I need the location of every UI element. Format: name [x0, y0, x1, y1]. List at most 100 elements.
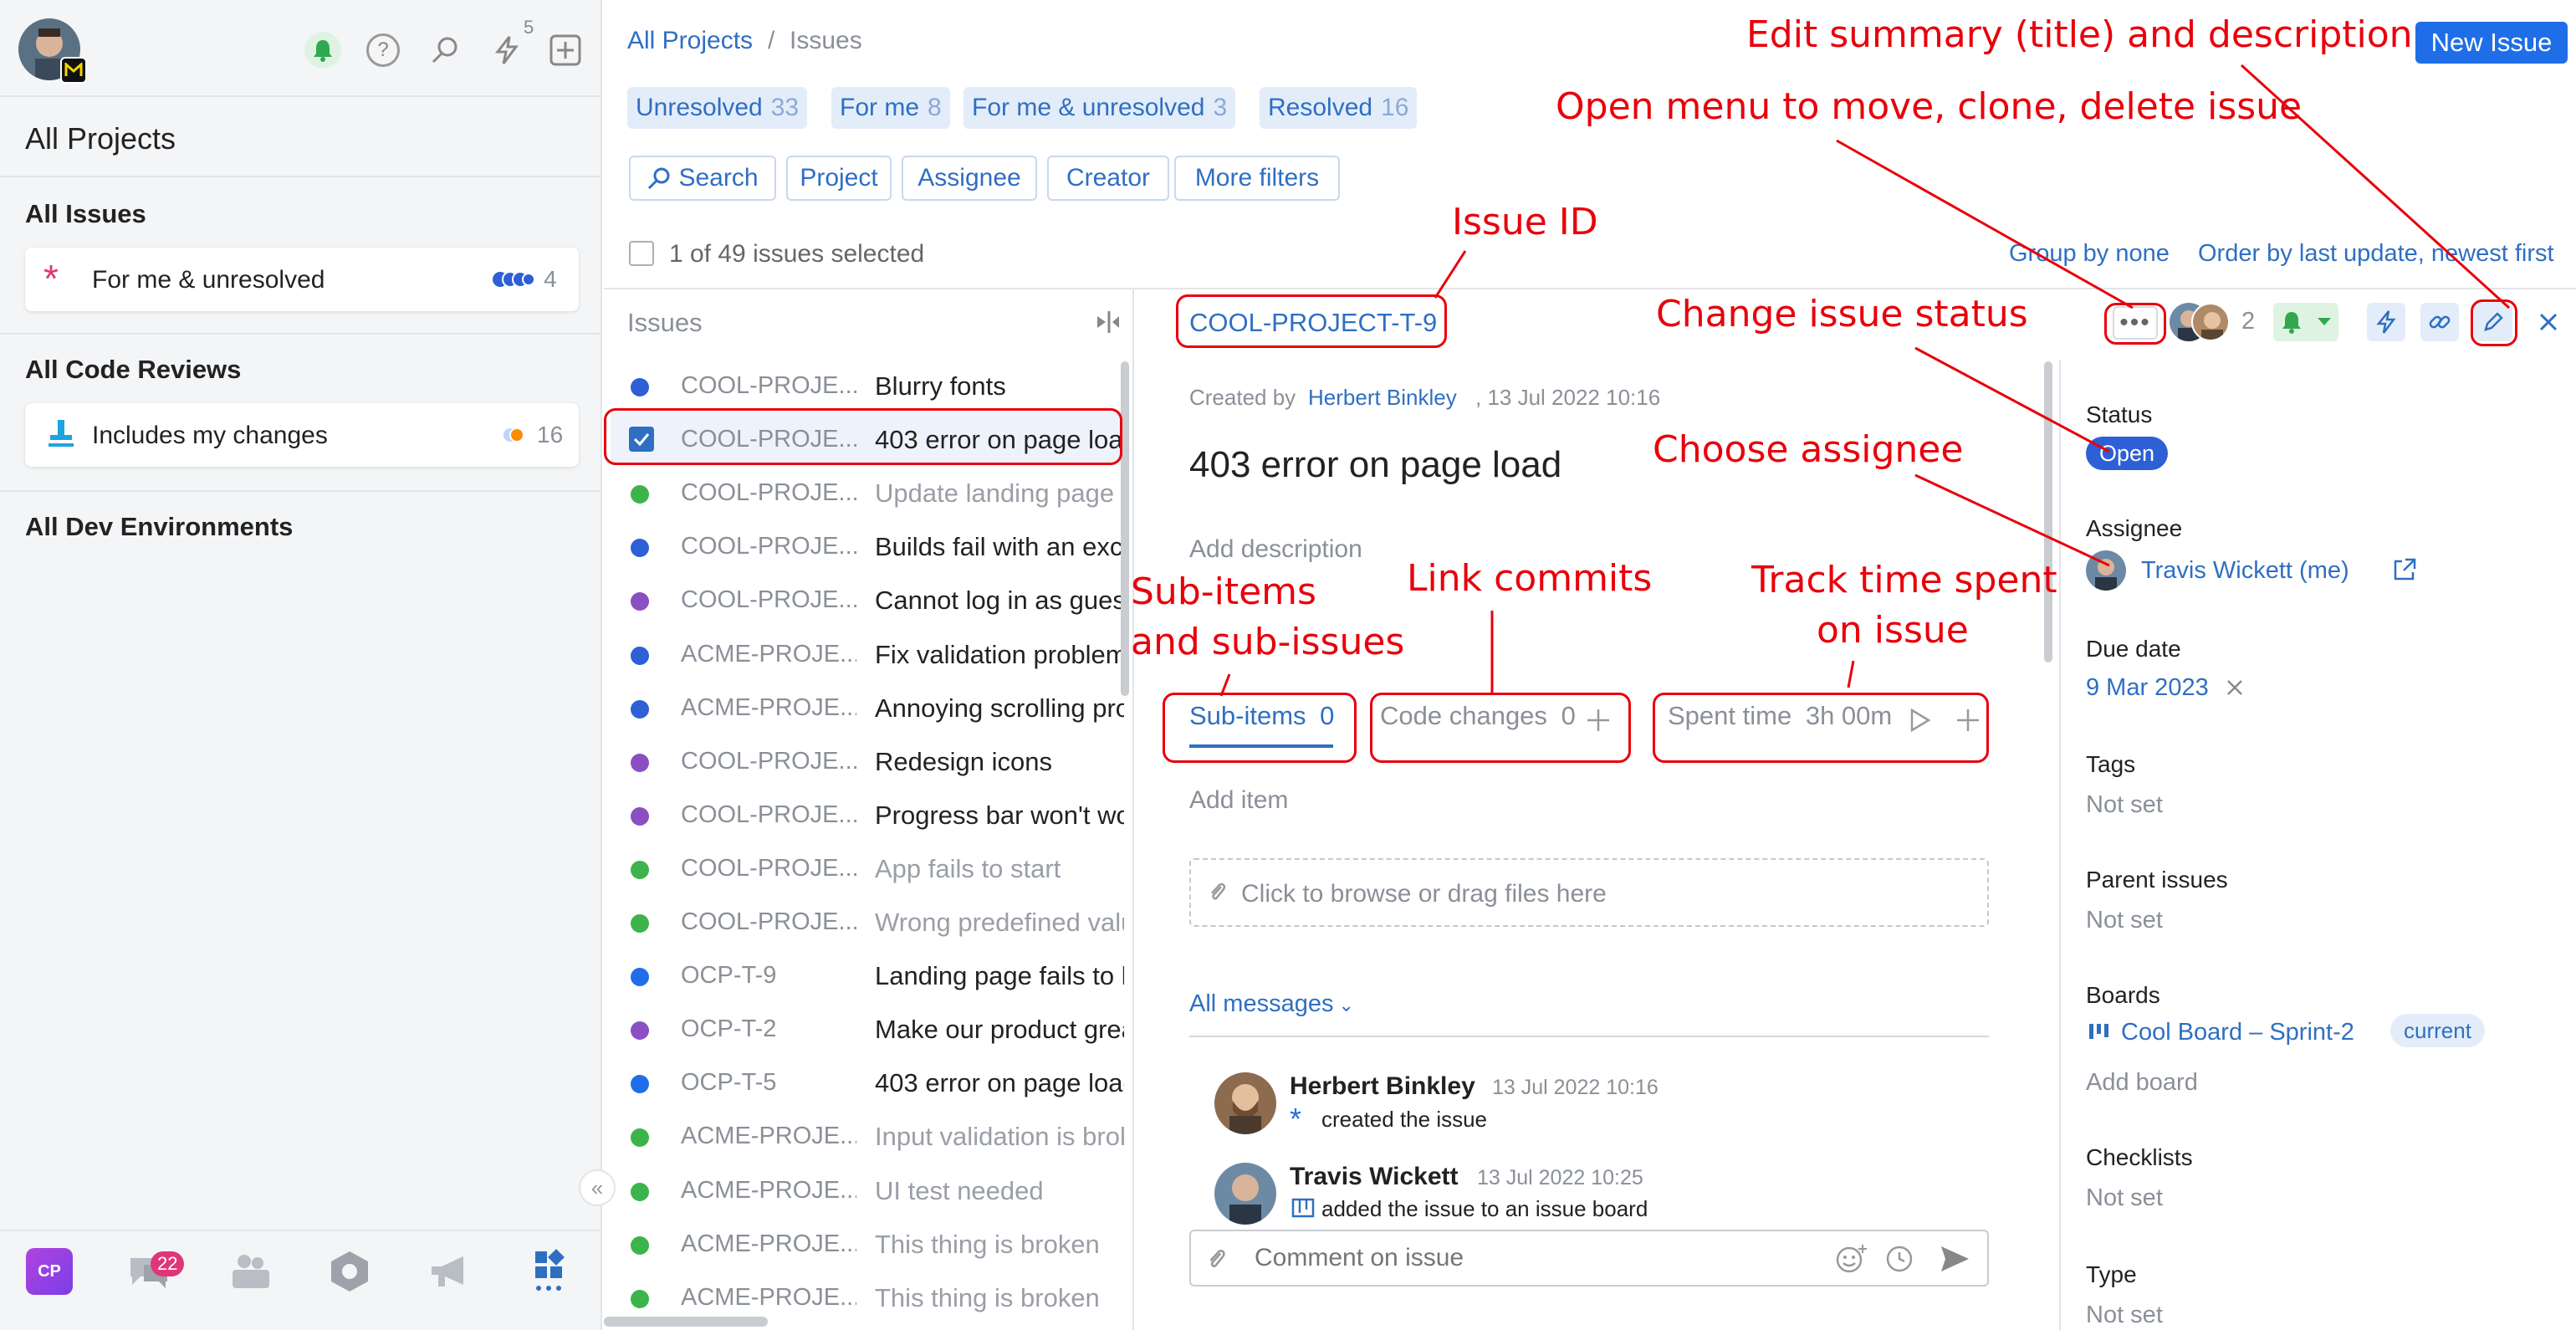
assignee-link[interactable]: Travis Wickett (me)	[2141, 559, 2349, 583]
message-text: created the issue	[1321, 1107, 1488, 1132]
announcements-icon[interactable]	[423, 1230, 477, 1313]
issue-row-id: OCP-T-5	[681, 1069, 777, 1097]
subscribe-button[interactable]	[2273, 303, 2338, 341]
paperclip-icon	[1211, 882, 1226, 900]
comment-input[interactable]	[1255, 1241, 1823, 1275]
add-description[interactable]: Add description	[1189, 537, 1362, 562]
code-review-icon	[47, 418, 75, 448]
annotation-box-issue-id	[1176, 294, 1447, 348]
new-issue-button[interactable]: New Issue	[2415, 22, 2568, 64]
status-label: Status	[2086, 402, 2153, 427]
status-dot-icon	[631, 485, 649, 504]
all-issues-heading[interactable]: All Issues	[25, 201, 146, 227]
status-dot-icon	[631, 1128, 649, 1148]
issue-row[interactable]: OCP-T-5 403 error on page load	[611, 1055, 1129, 1108]
all-tools-icon[interactable]	[524, 1230, 577, 1313]
quick-filter-for-me[interactable]: For me 8	[831, 87, 950, 129]
all-messages-dropdown[interactable]: All messages ⌄	[1189, 992, 1354, 1016]
issue-row[interactable]: ACME-PROJE... This thing is broken	[611, 1216, 1129, 1270]
quick-filter-resolved[interactable]: Resolved 16	[1260, 87, 1418, 129]
add-icon[interactable]	[547, 32, 584, 69]
message-author[interactable]: Herbert Binkley	[1290, 1074, 1475, 1099]
issue-row[interactable]: COOL-PROJE... Wrong predefined values	[611, 894, 1129, 948]
project-button[interactable]: CP	[25, 1230, 74, 1313]
issue-title[interactable]: 403 error on page load	[1189, 447, 1561, 483]
issue-row[interactable]: ACME-PROJE... UI test needed	[611, 1163, 1129, 1216]
send-icon[interactable]	[1939, 1243, 1970, 1275]
list-horizontal-scrollbar[interactable]	[604, 1317, 768, 1327]
group-by-button[interactable]: Group by none	[2009, 242, 2170, 266]
close-icon[interactable]	[2533, 306, 2564, 338]
issue-row[interactable]: COOL-PROJE... Builds fail with an excepti…	[611, 519, 1129, 572]
type-value[interactable]: Not set	[2086, 1302, 2163, 1329]
watcher-avatar[interactable]	[2191, 303, 2230, 341]
add-board[interactable]: Add board	[2086, 1069, 2198, 1097]
creator-link[interactable]: Herbert Binkley	[1308, 386, 1457, 408]
due-date-value[interactable]: 9 Mar 2023	[2086, 676, 2209, 700]
copy-link-button[interactable]	[2420, 303, 2459, 341]
notifications-bell-icon[interactable]	[304, 32, 341, 69]
issue-row-title: Builds fail with an exception	[875, 532, 1124, 562]
project-filter-button[interactable]: Project	[786, 156, 892, 201]
search-icon[interactable]	[427, 32, 463, 69]
collapse-list-icon[interactable]	[1092, 308, 1121, 336]
issue-row[interactable]: COOL-PROJE... Update landing page	[611, 465, 1129, 519]
order-by-button[interactable]: Order by last update, newest first	[2198, 242, 2554, 266]
message-author-avatar[interactable]	[1214, 1072, 1276, 1134]
file-dropzone[interactable]: Click to browse or drag files here	[1189, 858, 1989, 927]
lightning-icon[interactable]	[488, 32, 525, 69]
sidebar-item-includes-my-changes[interactable]: Includes my changes 16	[25, 403, 579, 467]
packages-icon[interactable]	[323, 1230, 376, 1313]
checklists-value[interactable]: Not set	[2086, 1184, 2163, 1212]
issue-row-title: 403 error on page load	[875, 1068, 1124, 1098]
detail-scrollbar[interactable]	[2044, 361, 2052, 662]
issue-row[interactable]: COOL-PROJE... Redesign icons	[611, 734, 1129, 787]
created-date: , 13 Jul 2022 10:16	[1475, 385, 1661, 410]
quick-filter-for-me-unresolved[interactable]: For me & unresolved 3	[963, 87, 1236, 129]
issue-row[interactable]: OCP-T-2 Make our product great	[611, 1001, 1129, 1055]
tags-value[interactable]: Not set	[2086, 791, 2163, 819]
add-item[interactable]: Add item	[1189, 788, 1288, 813]
issue-row[interactable]: COOL-PROJE... App fails to start	[611, 841, 1129, 894]
more-filters-button[interactable]: More filters	[1174, 156, 1340, 201]
status-dots-icon	[492, 271, 535, 288]
team-icon[interactable]	[222, 1230, 276, 1313]
emoji-icon[interactable]	[1835, 1243, 1867, 1275]
automation-button[interactable]	[2367, 303, 2405, 341]
all-dev-environments-heading[interactable]: All Dev Environments	[25, 514, 293, 540]
quick-filter-unresolved[interactable]: Unresolved 33	[627, 87, 808, 129]
status-dot-icon	[631, 753, 649, 772]
clear-due-date-icon[interactable]	[2223, 676, 2246, 699]
issue-row[interactable]: COOL-PROJE... Cannot log in as guest	[611, 572, 1129, 626]
parent-issues-value[interactable]: Not set	[2086, 907, 2163, 934]
assignee-label: Assignee	[2086, 515, 2183, 541]
issue-row[interactable]: COOL-PROJE... Blurry fonts	[611, 358, 1129, 412]
issue-row[interactable]: ACME-PROJE... Input validation is broken	[611, 1108, 1129, 1162]
search-filter-button[interactable]: Search	[629, 156, 776, 201]
creator-filter-button[interactable]: Creator	[1047, 156, 1169, 201]
issue-row-title: Input validation is broken	[875, 1122, 1124, 1152]
sidebar-item-label: For me & unresolved	[92, 266, 325, 294]
board-link[interactable]: Cool Board – Sprint-2	[2121, 1021, 2354, 1045]
select-all-checkbox[interactable]	[629, 241, 654, 266]
issue-row-title: UI test needed	[875, 1175, 1044, 1205]
breadcrumb-root[interactable]: All Projects	[627, 28, 753, 54]
help-icon[interactable]: ?	[366, 33, 400, 67]
issue-row[interactable]: ACME-PROJE... This thing is broken	[611, 1270, 1129, 1323]
status-badge[interactable]: Open	[2086, 437, 2169, 470]
issue-row[interactable]: ACME-PROJE... Annoying scrolling problem	[611, 680, 1129, 734]
issue-row[interactable]: COOL-PROJE... Progress bar won't work	[611, 787, 1129, 841]
collapse-sidebar-button[interactable]: «	[579, 1169, 616, 1206]
assignee-filter-button[interactable]: Assignee	[902, 156, 1037, 201]
open-profile-icon[interactable]	[2392, 557, 2417, 582]
issue-row[interactable]: OCP-T-9 Landing page fails to load	[611, 948, 1129, 1001]
sidebar-item-for-me-unresolved[interactable]: * For me & unresolved 4	[25, 248, 579, 311]
clock-icon[interactable]	[1885, 1245, 1914, 1273]
message-author[interactable]: Travis Wickett	[1290, 1164, 1459, 1189]
issue-row[interactable]: ACME-PROJE... Fix validation problem	[611, 627, 1129, 680]
message-author-avatar[interactable]	[1214, 1163, 1276, 1225]
list-scrollbar[interactable]	[1121, 361, 1129, 696]
all-code-reviews-heading[interactable]: All Code Reviews	[25, 356, 241, 382]
paperclip-icon[interactable]	[1206, 1246, 1228, 1273]
issue-row-id: OCP-T-2	[681, 1015, 777, 1043]
